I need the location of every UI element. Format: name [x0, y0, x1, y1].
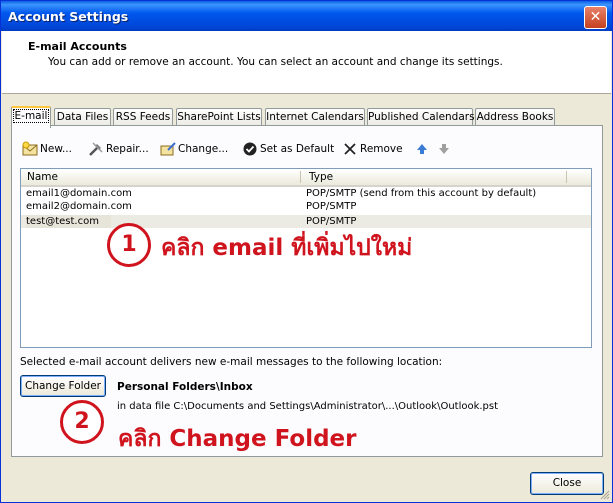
tab-address-books[interactable]: Address Books — [475, 108, 555, 125]
annotation-step-1-badge: 1 — [107, 223, 151, 267]
account-name: test@test.com — [26, 215, 111, 228]
checkmark-circle-icon — [243, 142, 257, 156]
new-account-icon — [22, 141, 38, 156]
change-settings-icon — [160, 142, 176, 156]
remove-button[interactable]: Remove — [342, 140, 403, 158]
set-default-label: Set as Default — [260, 143, 335, 155]
list-header: Name Type — [21, 169, 591, 187]
account-name: email2@domain.com — [26, 201, 132, 212]
tab-published-calendars[interactable]: Published Calendars — [367, 108, 475, 125]
close-button[interactable]: Close — [530, 472, 604, 495]
remove-button-label: Remove — [360, 143, 403, 155]
set-default-button[interactable]: Set as Default — [242, 140, 334, 158]
column-header-type[interactable]: Type — [303, 169, 569, 185]
remove-x-icon — [344, 143, 356, 155]
dialog-header: E-mail Accounts You can add or remove an… — [2, 31, 611, 94]
new-button-label: New... — [40, 143, 72, 155]
move-down-button[interactable] — [436, 140, 454, 158]
arrow-up-icon — [417, 144, 427, 154]
account-name: email1@domain.com — [26, 188, 132, 199]
annotation-step-2-badge: 2 — [60, 400, 104, 444]
repair-button-label: Repair... — [106, 143, 149, 155]
account-type: POP/SMTP — [306, 216, 357, 227]
column-separator[interactable] — [566, 171, 567, 183]
tab-sharepoint-lists[interactable]: SharePoint Lists — [176, 108, 262, 125]
tab-rss-feeds[interactable]: RSS Feeds — [113, 108, 173, 125]
change-button-label: Change... — [178, 143, 229, 155]
title-bar[interactable]: Account Settings ✕ — [1, 1, 612, 31]
account-type: POP/SMTP (send from this account by defa… — [306, 188, 537, 199]
repair-tools-icon — [89, 142, 103, 156]
repair-button[interactable]: Repair... — [88, 140, 149, 158]
account-type: POP/SMTP — [306, 201, 357, 212]
new-button[interactable]: New... — [22, 140, 72, 158]
arrow-down-icon — [439, 144, 449, 154]
window-title: Account Settings — [8, 9, 129, 24]
change-folder-button[interactable]: Change Folder — [20, 375, 106, 397]
tab-email-label: E-mail — [12, 109, 50, 123]
account-settings-window: Account Settings ✕ E-mail Accounts You c… — [0, 0, 613, 503]
change-button[interactable]: Change... — [160, 140, 228, 158]
delivery-location-text: Selected e-mail account delivers new e-m… — [20, 356, 443, 368]
annotation-step-2-text: คลิก Change Folder — [118, 426, 357, 452]
tab-data-files[interactable]: Data Files — [54, 108, 111, 125]
delivery-folder-name: Personal Folders\Inbox — [117, 381, 253, 393]
tab-email[interactable]: E-mail — [11, 106, 51, 128]
window-close-button[interactable]: ✕ — [584, 6, 607, 29]
move-up-button[interactable] — [414, 140, 432, 158]
column-separator[interactable] — [300, 171, 301, 183]
account-row-selected[interactable]: test@test.com POP/SMTP — [21, 215, 591, 228]
header-description: You can add or remove an account. You ca… — [48, 56, 503, 68]
email-tab-panel: New... Repair... Change... Set as Defaul… — [11, 125, 603, 457]
delivery-folder-path: in data file C:\Documents and Settings\A… — [117, 401, 499, 412]
resize-grip-icon[interactable] — [599, 489, 610, 500]
account-row[interactable]: email2@domain.com POP/SMTP — [21, 200, 591, 213]
tab-internet-calendars[interactable]: Internet Calendars — [265, 108, 365, 125]
header-title: E-mail Accounts — [28, 40, 127, 53]
account-row[interactable]: email1@domain.com POP/SMTP (send from th… — [21, 187, 591, 200]
column-header-name[interactable]: Name — [21, 169, 297, 185]
annotation-step-1-text: คลิก email ที่เพิ่มไปใหม่ — [161, 235, 413, 261]
